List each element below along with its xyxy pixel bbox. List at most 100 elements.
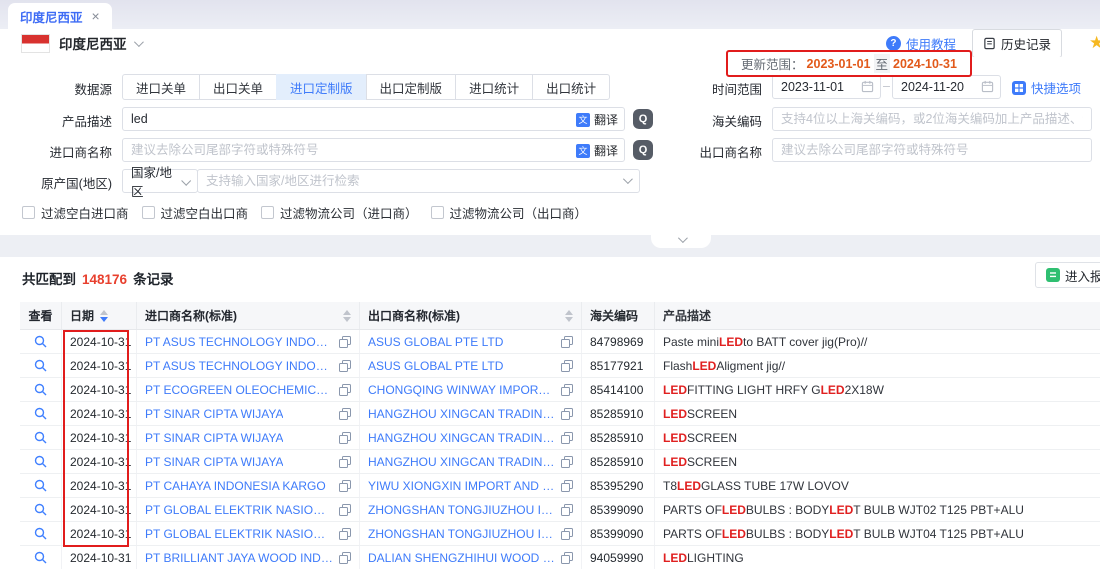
exporter-link[interactable]: ZHONGSHAN TONGJIUZHOU INTERNA... bbox=[368, 503, 555, 517]
header-exporter[interactable]: 出口商名称(标准) bbox=[360, 302, 582, 329]
view-cell[interactable] bbox=[20, 378, 62, 401]
importer-link[interactable]: PT SINAR CIPTA WIJAYA bbox=[145, 455, 283, 469]
magnifier-icon[interactable] bbox=[34, 455, 47, 468]
product-desc-input[interactable] bbox=[122, 107, 625, 131]
checkbox-icon[interactable] bbox=[22, 206, 35, 219]
copy-icon[interactable] bbox=[339, 408, 351, 420]
exporter-input[interactable] bbox=[772, 138, 1092, 162]
exporter-link[interactable]: DALIAN SHENGZHIHUI WOOD INDUST... bbox=[368, 551, 555, 565]
copy-icon[interactable] bbox=[339, 480, 351, 492]
view-cell[interactable] bbox=[20, 546, 62, 569]
importer-link[interactable]: PT ASUS TECHNOLOGY INDONESIA BA... bbox=[145, 359, 333, 373]
copy-icon[interactable] bbox=[339, 432, 351, 444]
magnifier-icon[interactable] bbox=[34, 527, 47, 540]
view-cell[interactable] bbox=[20, 330, 62, 353]
exporter-link[interactable]: ASUS GLOBAL PTE LTD bbox=[368, 335, 503, 349]
hs-code-input[interactable] bbox=[772, 107, 1092, 131]
copy-icon[interactable] bbox=[339, 552, 351, 564]
magnifier-icon[interactable] bbox=[34, 431, 47, 444]
data-source-tab[interactable]: 出口关单 bbox=[199, 74, 277, 100]
origin-search-input[interactable] bbox=[197, 169, 640, 193]
copy-icon[interactable] bbox=[561, 384, 573, 396]
importer-link[interactable]: PT GLOBAL ELEKTRIK NASIONAL bbox=[145, 503, 333, 517]
importer-input[interactable] bbox=[122, 138, 625, 162]
copy-icon[interactable] bbox=[339, 336, 351, 348]
exact-match-icon[interactable]: Q bbox=[633, 140, 653, 160]
sort-icon[interactable] bbox=[100, 310, 108, 322]
exporter-link[interactable]: CHONGQING WINWAY IMPORT AND E... bbox=[368, 383, 555, 397]
chevron-down-icon[interactable] bbox=[133, 37, 143, 47]
copy-icon[interactable] bbox=[561, 528, 573, 540]
favorite-star-icon[interactable]: ★ bbox=[1089, 33, 1100, 53]
magnifier-icon[interactable] bbox=[34, 479, 47, 492]
magnifier-icon[interactable] bbox=[34, 503, 47, 516]
view-cell[interactable] bbox=[20, 402, 62, 425]
copy-icon[interactable] bbox=[339, 384, 351, 396]
view-cell[interactable] bbox=[20, 354, 62, 377]
origin-select[interactable]: 国家/地区 bbox=[122, 169, 198, 193]
copy-icon[interactable] bbox=[339, 456, 351, 468]
magnifier-icon[interactable] bbox=[34, 407, 47, 420]
filter-checkbox[interactable]: 过滤空白出口商 bbox=[142, 203, 249, 222]
close-icon[interactable]: × bbox=[92, 9, 100, 23]
translate-button[interactable]: 文 翻译 bbox=[576, 111, 618, 128]
data-source-tab[interactable]: 进口定制版 bbox=[276, 74, 367, 100]
exporter-link[interactable]: HANGZHOU XINGCAN TRADING CO LTD bbox=[368, 431, 555, 445]
exporter-field[interactable] bbox=[772, 138, 1092, 162]
header-date[interactable]: 日期 bbox=[62, 302, 137, 329]
time-start-field[interactable] bbox=[772, 75, 881, 99]
importer-link[interactable]: PT SINAR CIPTA WIJAYA bbox=[145, 431, 283, 445]
copy-icon[interactable] bbox=[339, 528, 351, 540]
data-source-tab[interactable]: 进口关单 bbox=[122, 74, 200, 100]
sort-icon[interactable] bbox=[565, 310, 573, 322]
data-source-tab[interactable]: 出口定制版 bbox=[366, 74, 457, 100]
view-cell[interactable] bbox=[20, 522, 62, 545]
copy-icon[interactable] bbox=[561, 336, 573, 348]
exporter-link[interactable]: YIWU XIONGXIN IMPORT AND EXPORT... bbox=[368, 479, 555, 493]
time-end-field[interactable] bbox=[892, 75, 1001, 99]
importer-link[interactable]: PT ECOGREEN OLEOCHEMICALS bbox=[145, 383, 333, 397]
origin-search-field[interactable] bbox=[197, 169, 640, 193]
data-source-tab[interactable]: 进口统计 bbox=[455, 74, 533, 100]
view-cell[interactable] bbox=[20, 450, 62, 473]
exporter-link[interactable]: HANGZHOU XINGCAN TRADING CO LTD bbox=[368, 455, 555, 469]
data-source-tab[interactable]: 出口统计 bbox=[532, 74, 610, 100]
translate-button[interactable]: 文 翻译 bbox=[576, 142, 618, 159]
tab-indonesia[interactable]: 印度尼西亚 × bbox=[8, 3, 112, 29]
view-cell[interactable] bbox=[20, 498, 62, 521]
magnifier-icon[interactable] bbox=[34, 551, 47, 564]
importer-link[interactable]: PT SINAR CIPTA WIJAYA bbox=[145, 407, 283, 421]
copy-icon[interactable] bbox=[561, 552, 573, 564]
checkbox-icon[interactable] bbox=[431, 206, 444, 219]
checkbox-icon[interactable] bbox=[261, 206, 274, 219]
collapse-toggle[interactable] bbox=[651, 235, 711, 248]
importer-link[interactable]: PT CAHAYA INDONESIA KARGO bbox=[145, 479, 326, 493]
copy-icon[interactable] bbox=[561, 456, 573, 468]
hs-code-field[interactable] bbox=[772, 107, 1092, 131]
copy-icon[interactable] bbox=[561, 504, 573, 516]
magnifier-icon[interactable] bbox=[34, 359, 47, 372]
exact-match-icon[interactable]: Q bbox=[633, 109, 653, 129]
copy-icon[interactable] bbox=[561, 432, 573, 444]
exporter-link[interactable]: HANGZHOU XINGCAN TRADING CO LTD bbox=[368, 407, 555, 421]
product-desc-field[interactable]: 文 翻译 bbox=[122, 107, 625, 131]
magnifier-icon[interactable] bbox=[34, 335, 47, 348]
copy-icon[interactable] bbox=[339, 504, 351, 516]
importer-link[interactable]: PT GLOBAL ELEKTRIK NASIONAL bbox=[145, 527, 333, 541]
filter-checkbox[interactable]: 过滤空白进口商 bbox=[22, 203, 129, 222]
importer-link[interactable]: PT BRILLIANT JAYA WOOD INDUSTRY bbox=[145, 551, 333, 565]
copy-icon[interactable] bbox=[339, 360, 351, 372]
copy-icon[interactable] bbox=[561, 360, 573, 372]
exporter-link[interactable]: ZHONGSHAN TONGJIUZHOU INTERNA... bbox=[368, 527, 555, 541]
sort-icon[interactable] bbox=[343, 310, 351, 322]
view-cell[interactable] bbox=[20, 426, 62, 449]
importer-link[interactable]: PT ASUS TECHNOLOGY INDONESIA BA... bbox=[145, 335, 333, 349]
exporter-link[interactable]: ASUS GLOBAL PTE LTD bbox=[368, 359, 503, 373]
view-cell[interactable] bbox=[20, 474, 62, 497]
filter-checkbox[interactable]: 过滤物流公司（进口商） bbox=[261, 203, 418, 222]
filter-checkbox[interactable]: 过滤物流公司（出口商） bbox=[431, 203, 588, 222]
importer-field[interactable]: 文 翻译 bbox=[122, 138, 625, 162]
checkbox-icon[interactable] bbox=[142, 206, 155, 219]
copy-icon[interactable] bbox=[561, 480, 573, 492]
copy-icon[interactable] bbox=[561, 408, 573, 420]
